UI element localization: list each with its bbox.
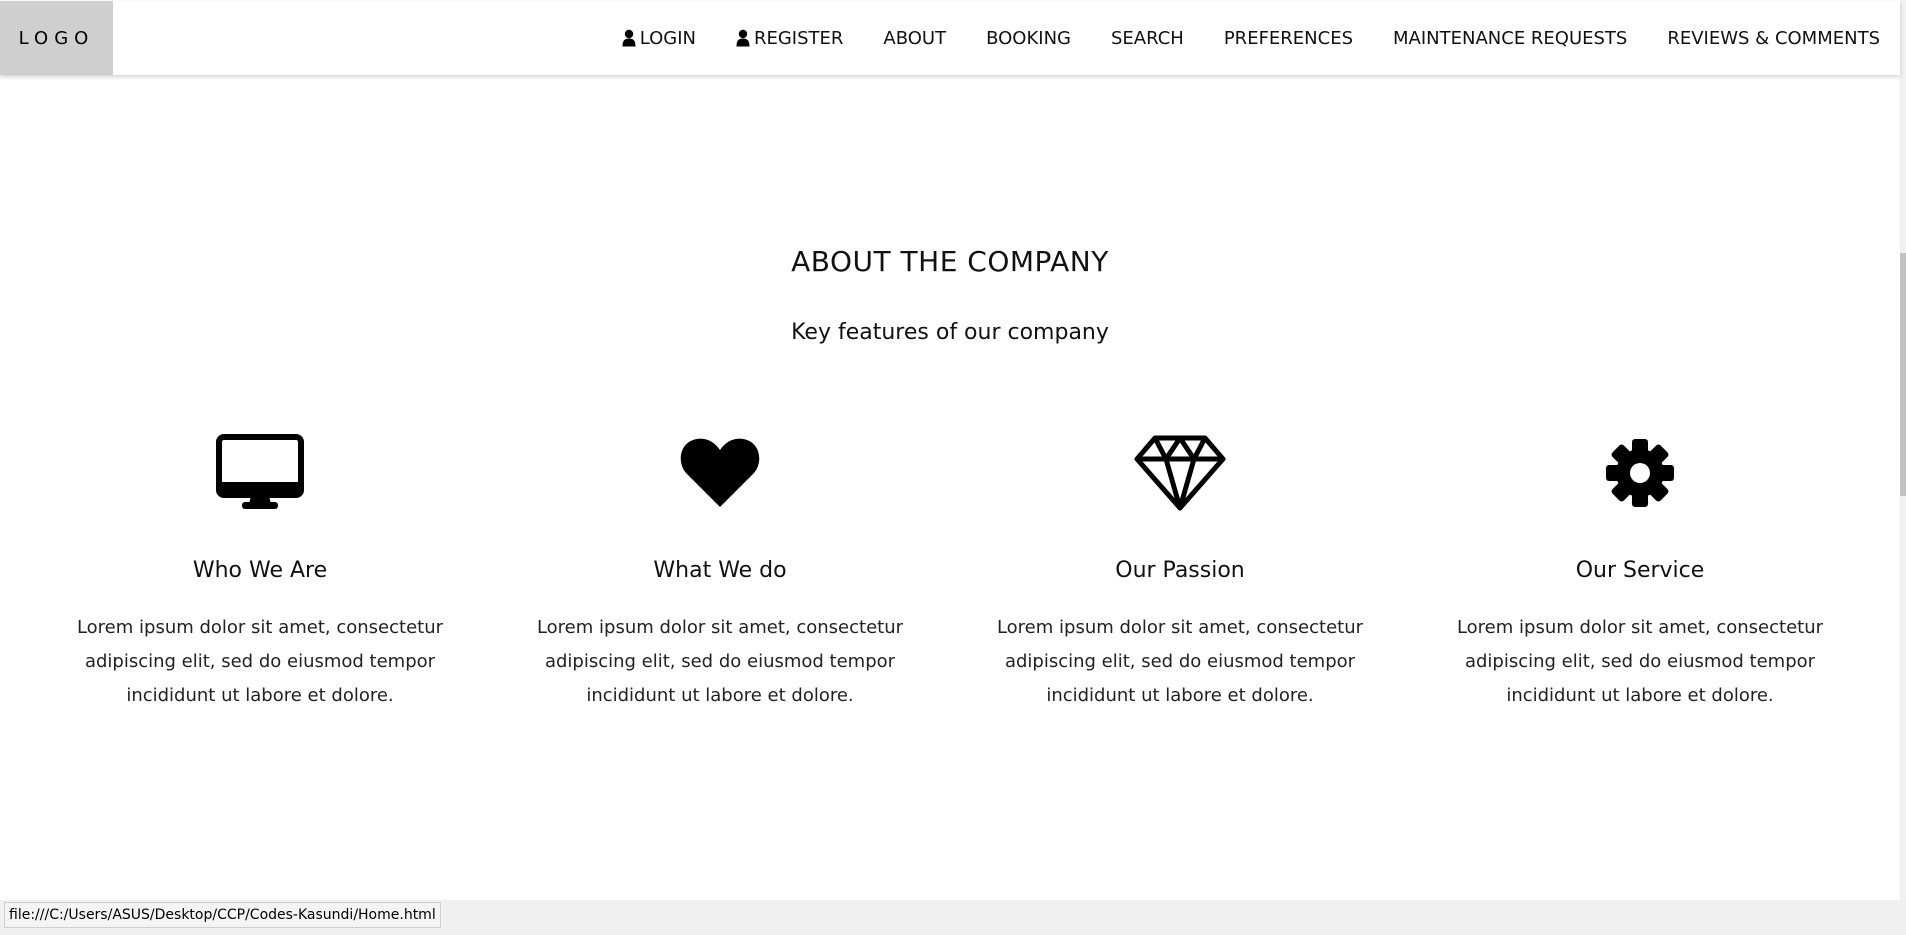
nav-booking-link[interactable]: BOOKING [966, 1, 1091, 75]
feature-card: Our Passion Lorem ipsum dolor sit amet, … [950, 430, 1410, 713]
feature-text: Lorem ipsum dolor sit amet, consectetur … [1456, 617, 1824, 706]
features-row: Who We Are Lorem ipsum dolor sit amet, c… [30, 430, 1870, 713]
feature-text: Lorem ipsum dolor sit amet, consectetur … [996, 617, 1364, 706]
feature-text: Lorem ipsum dolor sit amet, consectetur … [76, 617, 444, 706]
user-icon [622, 29, 636, 47]
feature-title: What We do [653, 558, 787, 583]
top-navbar: LOGO LOGIN REGISTER ABOUT BOOKING SEARCH… [0, 1, 1900, 75]
feature-title: Our Service [1575, 558, 1705, 583]
section-title: ABOUT THE COMPANY [791, 245, 1109, 278]
nav-search-link[interactable]: SEARCH [1091, 1, 1204, 75]
feature-title: Who We Are [192, 558, 328, 583]
nav-about-link[interactable]: ABOUT [863, 1, 966, 75]
nav-preferences-link[interactable]: PREFERENCES [1204, 1, 1373, 75]
feature-card: What We do Lorem ipsum dolor sit amet, c… [490, 430, 950, 713]
scrollbar-thumb[interactable] [1900, 253, 1906, 496]
user-icon [736, 29, 750, 47]
heart-icon [679, 430, 761, 516]
feature-text: Lorem ipsum dolor sit amet, consectetur … [536, 617, 904, 706]
nav-reviews-comments-link[interactable]: REVIEWS & COMMENTS [1647, 1, 1900, 75]
nav-register-link[interactable]: REGISTER [716, 1, 863, 75]
nav-register-label: REGISTER [753, 27, 844, 49]
page: LOGO LOGIN REGISTER ABOUT BOOKING SEARCH… [0, 0, 1906, 935]
section-subtitle: Key features of our company [791, 320, 1109, 345]
nav-links: LOGIN REGISTER ABOUT BOOKING SEARCH PREF… [602, 1, 1900, 75]
nav-maintenance-requests-link[interactable]: MAINTENANCE REQUESTS [1373, 1, 1647, 75]
diamond-icon [1133, 430, 1227, 516]
nav-login-label: LOGIN [639, 27, 696, 49]
feature-card: Our Service Lorem ipsum dolor sit amet, … [1410, 430, 1870, 713]
logo[interactable]: LOGO [0, 1, 113, 75]
feature-card: Who We Are Lorem ipsum dolor sit amet, c… [30, 430, 490, 713]
nav-login-link[interactable]: LOGIN [602, 1, 716, 75]
gear-icon [1604, 430, 1676, 516]
desktop-icon [216, 430, 304, 516]
feature-title: Our Passion [1115, 558, 1245, 583]
vertical-scrollbar[interactable] [1900, 0, 1906, 900]
status-url: file:///C:/Users/ASUS/Desktop/CCP/Codes-… [4, 902, 441, 928]
